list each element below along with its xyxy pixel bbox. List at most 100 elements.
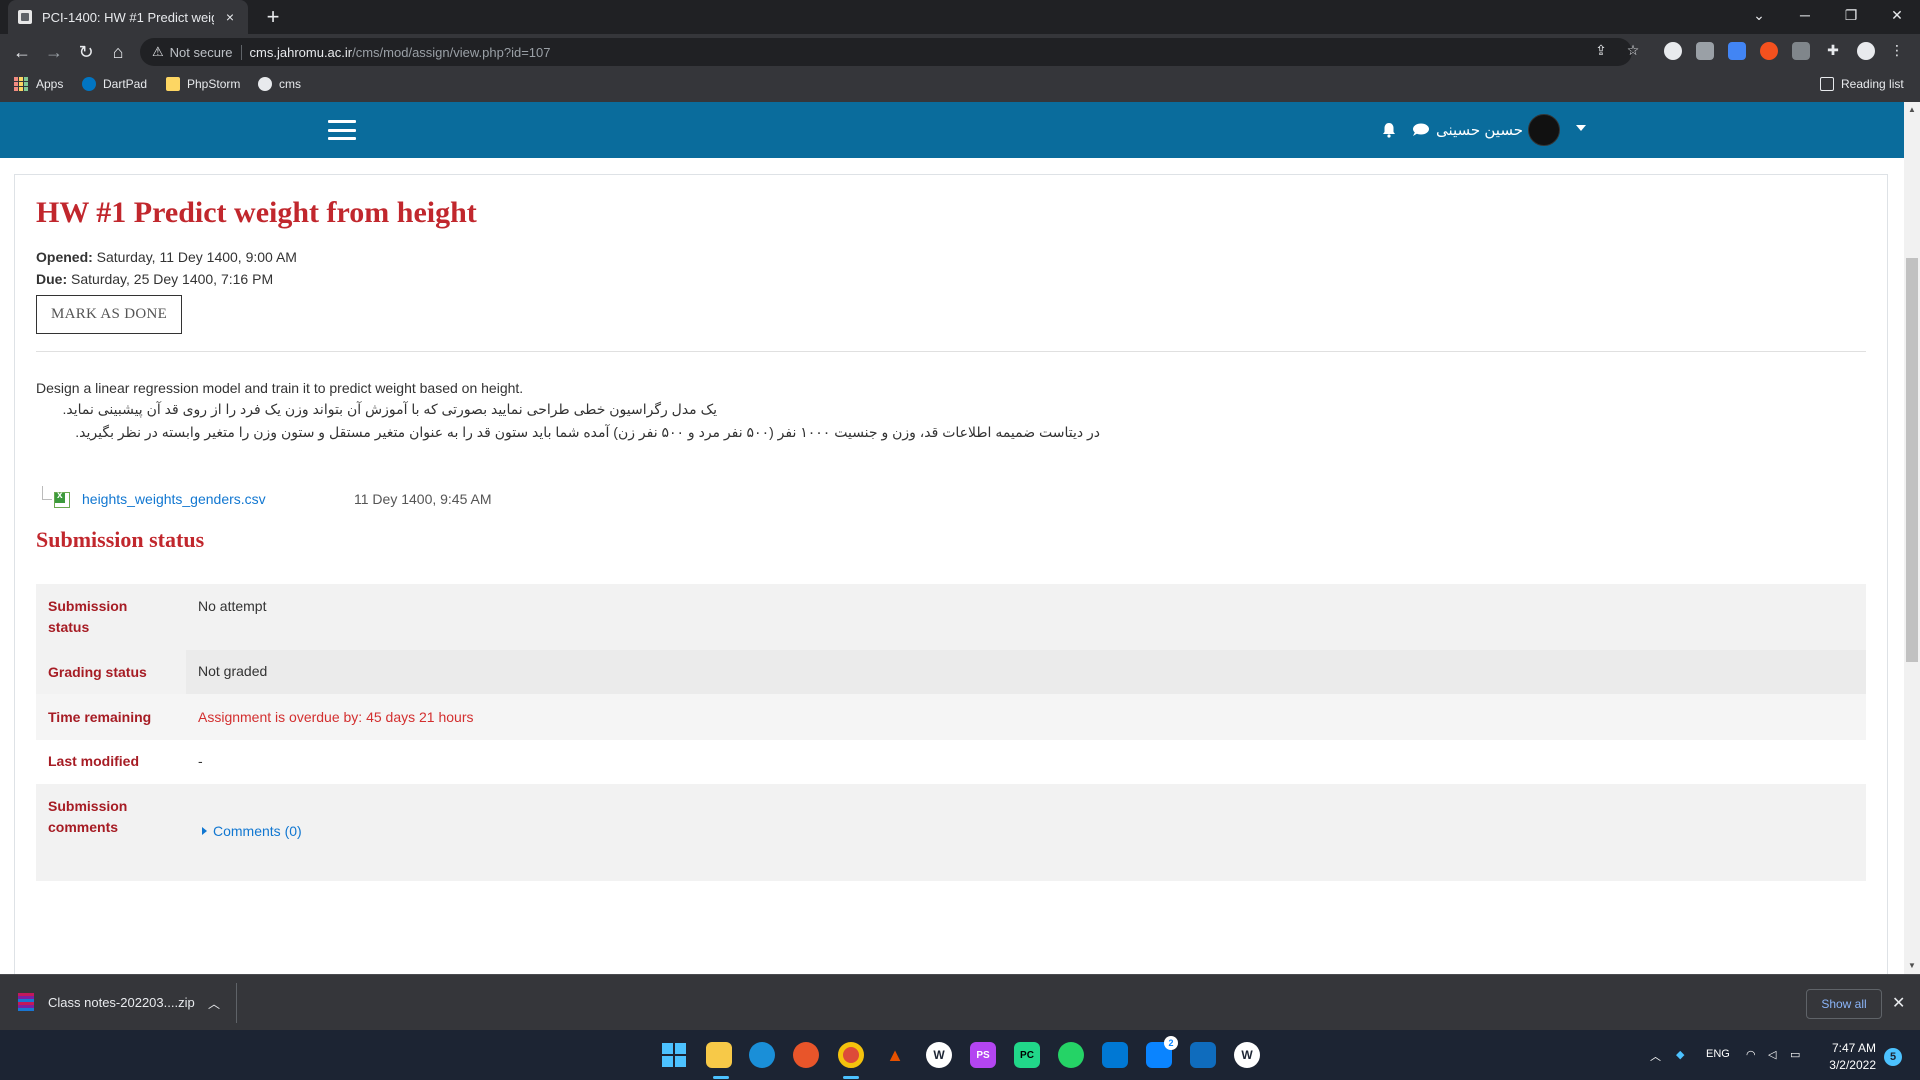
row-label: Submission status [48,598,128,635]
row-value: No attempt [198,598,267,614]
user-menu-caret-icon[interactable] [1576,125,1586,131]
bell-icon[interactable] [1382,122,1396,138]
site-navbar: حسین حسینی [0,102,1904,158]
mail-icon[interactable] [1190,1042,1216,1068]
tab-strip: PCI-1400: HW #1 Predict weight × + ⌄ ─ ❐… [0,0,1920,34]
store-icon[interactable]: 2 [1146,1036,1178,1068]
vscode-icon[interactable] [1102,1042,1128,1068]
pycharm-icon[interactable]: PC [1014,1042,1040,1068]
apps-grid-icon [14,77,28,91]
security-label[interactable]: Not secure [170,44,242,60]
url-path: /cms/mod/assign/view.php?id=107 [352,44,551,60]
minimize-button[interactable]: ─ [1782,0,1828,30]
row-value: - [198,753,203,769]
language-indicator[interactable]: ENG [1706,1048,1730,1060]
extension-pen-icon[interactable] [1728,42,1746,60]
speaker-icon[interactable]: ◁ [1768,1048,1776,1061]
share-icon[interactable]: ⇪ [1591,42,1611,62]
bookmark-star-icon[interactable]: ☆ [1623,42,1643,62]
matlab-icon[interactable]: ▲ [882,1042,908,1068]
browser-tab[interactable]: PCI-1400: HW #1 Predict weight × [8,0,248,34]
taskbar-active-indicator [713,1076,729,1079]
badge-count: 2 [1164,1036,1178,1050]
windows-taskbar: ▲ W PS PC 2 W [0,1030,1920,1080]
scroll-up-arrow-icon[interactable]: ▲ [1904,102,1920,118]
firefox-icon[interactable] [793,1042,819,1068]
description-line-en: Design a linear regression model and tra… [36,380,524,396]
description-line-fa-2: در دیتاست ضمیمه اطلاعات قد، وزن و جنسیت … [75,424,1100,440]
reload-icon[interactable]: ↻ [74,40,98,64]
extension-grid-icon[interactable] [1792,42,1810,60]
comments-toggle-link[interactable]: Comments (0) [202,823,302,839]
close-window-button[interactable]: ✕ [1874,0,1920,30]
forward-arrow-icon[interactable]: → [42,40,66,64]
user-name[interactable]: حسین حسینی [1436,121,1523,139]
overdue-status: Assignment is overdue by: 45 days 21 hou… [198,709,474,725]
user-avatar[interactable] [1528,114,1560,146]
extension-w-icon[interactable] [1664,42,1682,60]
moodle-favicon-icon [18,10,32,24]
app-w-icon[interactable]: W [926,1042,952,1068]
whatsapp-icon[interactable] [1058,1042,1084,1068]
file-explorer-icon[interactable] [706,1042,732,1068]
tray-chevron-icon[interactable]: ︿ [1650,1048,1661,1064]
phpstorm-icon[interactable]: PS [970,1042,996,1068]
tab-close-icon[interactable]: × [222,9,238,25]
bookmark-apps[interactable]: Apps [14,77,63,91]
battery-icon[interactable]: ▭ [1790,1048,1800,1061]
back-arrow-icon[interactable]: ← [10,40,34,64]
bookmark-phpstorm[interactable]: PhpStorm [166,77,240,91]
warning-triangle-icon: ⚠ [152,44,164,59]
clock-date: 3/2/2022 [1829,1058,1876,1072]
mark-as-done-button[interactable]: MARK AS DONE [36,295,182,334]
table-row: Submission status No attempt [36,584,1866,650]
scroll-down-arrow-icon[interactable]: ▼ [1904,958,1920,974]
tab-search-icon[interactable]: ⌄ [1736,0,1782,30]
menu-kebab-icon[interactable]: ⋮ [1887,42,1907,62]
defender-shield-icon[interactable]: ◆ [1676,1048,1684,1061]
scrollbar-thumb[interactable] [1906,258,1918,662]
chat-bubble-icon[interactable] [1412,123,1430,137]
restore-button[interactable]: ❐ [1828,0,1874,30]
home-icon[interactable]: ⌂ [106,40,130,64]
attachment-date: 11 Dey 1400, 9:45 AM [354,491,492,507]
chevron-up-icon[interactable]: ︿ [208,995,220,1012]
wifi-icon[interactable]: ◠ [1746,1048,1756,1061]
table-row: Grading status Not graded [36,650,1866,694]
bookmark-cms[interactable]: cms [258,77,301,91]
divider [36,351,1866,352]
edge-icon[interactable] [749,1042,775,1068]
download-item[interactable]: Class notes-202203....zip [18,993,195,1011]
browser-toolbar: ← → ↻ ⌂ ⚠ Not secure cms.jahromu.ac.ir /… [0,34,1920,70]
close-icon[interactable]: ✕ [1892,993,1905,1013]
download-shelf: Class notes-202203....zip ︿ Show all ✕ [0,974,1920,1030]
extension-orange-icon[interactable] [1760,42,1778,60]
due-date: Due: Saturday, 25 Dey 1400, 7:16 PM [36,271,274,287]
bookmark-dartpad[interactable]: DartPad [82,77,147,91]
zip-archive-icon [18,993,34,1011]
show-all-button[interactable]: Show all [1806,989,1882,1019]
row-label: Grading status [48,664,147,680]
hamburger-menu-icon[interactable] [328,120,356,140]
dartpad-icon [82,77,96,91]
reading-list-button[interactable]: Reading list [1820,77,1904,91]
new-tab-button[interactable]: + [260,4,286,30]
row-label: Time remaining [48,709,152,725]
attachment-link[interactable]: heights_weights_genders.csv [82,491,266,507]
page-title: HW #1 Predict weight from height [36,196,477,229]
file-tree-connector [42,486,52,500]
webstorm-w-icon[interactable]: W [1234,1042,1260,1068]
extension-photo-icon[interactable] [1696,42,1714,60]
windows-start-icon[interactable] [661,1042,687,1068]
row-label: Submission comments [48,798,128,835]
chrome-icon[interactable] [838,1042,864,1068]
row-value: Not graded [198,663,268,679]
profile-icon[interactable] [1857,42,1875,60]
reading-list-icon [1820,77,1834,91]
url-host: cms.jahromu.ac.ir [249,44,353,60]
clock-time: 7:47 AM [1831,1041,1876,1055]
extensions-puzzle-icon[interactable]: ✚ [1823,42,1843,62]
address-bar[interactable]: ⚠ Not secure cms.jahromu.ac.ir /cms/mod/… [140,38,1632,66]
notification-badge[interactable]: 5 [1884,1048,1902,1066]
system-clock[interactable]: 7:47 AM 3/2/2022 [1826,1040,1876,1074]
